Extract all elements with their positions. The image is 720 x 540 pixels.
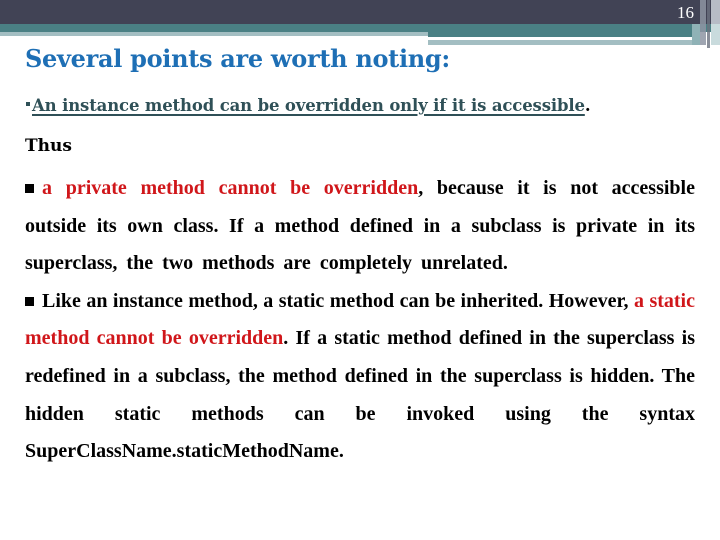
point-last-line: SuperClassName.staticMethodName. bbox=[25, 440, 344, 463]
header-dark-bar bbox=[0, 0, 720, 24]
header-right-gray-stripe bbox=[428, 40, 692, 45]
small-square-bullet-icon bbox=[26, 101, 30, 106]
header-edge-strip bbox=[692, 24, 700, 45]
slide-body: a private method cannot be overridden, b… bbox=[25, 170, 695, 471]
point-static-method: Like an instance method, a static method… bbox=[25, 283, 695, 471]
header-edge-strip bbox=[711, 24, 720, 45]
header-teal-bar bbox=[0, 24, 720, 32]
header-edge-strip bbox=[700, 0, 706, 45]
square-bullet-icon bbox=[25, 296, 34, 306]
highlight-red-text: a private method cannot be overridden bbox=[42, 177, 419, 199]
point-text: Like an instance method, a static method… bbox=[42, 289, 634, 312]
intro-underlined-text: An instance method can be overridden onl… bbox=[32, 96, 585, 115]
header-left-stripe bbox=[0, 32, 428, 36]
intro-period: . bbox=[584, 96, 591, 115]
point-last-line: completely unrelated. bbox=[319, 252, 508, 275]
point-private-method: a private method cannot be overridden, b… bbox=[25, 170, 695, 283]
header-edge-strip bbox=[707, 0, 710, 48]
slide-title: Several points are worth noting: bbox=[25, 44, 450, 73]
thus-text: Thus bbox=[25, 136, 72, 156]
slide-page-number: 16 bbox=[677, 3, 694, 22]
square-bullet-icon bbox=[25, 183, 34, 193]
intro-bullet-line: An instance method can be overridden onl… bbox=[26, 96, 706, 115]
